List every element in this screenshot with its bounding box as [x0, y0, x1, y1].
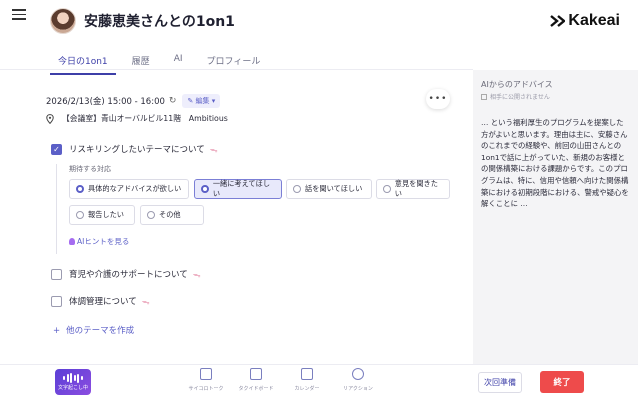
radio-icon — [76, 211, 84, 219]
smiley-icon — [352, 368, 364, 380]
sparkle-icon: ᯓ — [192, 269, 201, 279]
plus-icon: + — [53, 326, 61, 336]
theme-item-childcare: 育児や介護のサポートについて ᯓ — [51, 268, 201, 280]
theme-item-health: 体調管理について ᯓ — [51, 295, 150, 307]
tool-label: リアクション — [343, 386, 373, 392]
tool-label: サイコロトーク — [188, 386, 224, 392]
radio-icon — [147, 211, 155, 219]
option-label: その他 — [159, 210, 181, 219]
tab-bar: 今日の1on1 履歴 AI プロフィール — [50, 50, 276, 75]
option-label: 具体的なアドバイスが欲しい — [88, 184, 182, 193]
advice-title: AIからのアドバイス — [481, 80, 553, 89]
option-listen[interactable]: 話を聞いてほしい — [286, 179, 372, 199]
meeting-datetime-row: 2026/2/13(金) 15:00 - 16:00 ↻ ✎ 編集 ▾ — [46, 94, 221, 108]
theme-checkbox[interactable] — [51, 268, 62, 280]
tab-today[interactable]: 今日の1on1 — [50, 50, 116, 75]
edit-label: 編集 — [195, 97, 210, 105]
create-theme-button[interactable]: + 他のテーマを作成 — [53, 324, 134, 336]
calendar-button[interactable]: カレンダー — [285, 368, 329, 392]
whiteboard-button[interactable]: タクイドボード — [234, 368, 278, 392]
option-report[interactable]: 報告したい — [69, 205, 135, 225]
radio-icon — [201, 185, 209, 193]
meeting-datetime: 2026/2/13(金) 15:00 - 16:00 — [46, 97, 165, 107]
end-button[interactable]: 終了 — [540, 371, 584, 393]
kakeai-mark-icon — [550, 15, 566, 27]
option-label: 話を聞いてほしい — [305, 184, 363, 193]
next-prep-button[interactable]: 次回準備 — [478, 372, 522, 393]
tab-ai[interactable]: AI — [166, 50, 191, 75]
advice-subtitle-text: 相手に公開されません — [490, 94, 550, 101]
reaction-button[interactable]: リアクション — [336, 368, 380, 392]
ai-hint-link[interactable]: AIヒントを見る — [69, 236, 129, 247]
theme-label: リスキリングしたいテーマについて — [69, 145, 205, 155]
option-other[interactable]: その他 — [140, 205, 204, 225]
edit-button[interactable]: ✎ 編集 ▾ — [182, 94, 221, 108]
option-concrete-advice[interactable]: 具体的なアドバイスが欲しい — [69, 179, 189, 199]
theme-label: 育児や介護のサポートについて — [69, 270, 188, 280]
waveform-icon — [62, 373, 84, 383]
theme-detail-divider — [56, 164, 57, 254]
page-title: 安藤恵美さんとの1on1 — [84, 14, 235, 30]
private-icon — [481, 93, 487, 100]
option-label: 一緒に考えてほしい — [212, 179, 271, 198]
radio-icon — [293, 185, 301, 193]
dice-talk-button[interactable]: サイコロトーク — [184, 368, 228, 392]
header: 安藤恵美さんとの1on1 — [50, 8, 235, 34]
theme-checkbox[interactable] — [51, 295, 62, 307]
option-think-together[interactable]: 一緒に考えてほしい — [194, 179, 282, 199]
lightbulb-icon — [69, 238, 75, 245]
dice-icon — [200, 368, 212, 380]
tool-label: タクイドボード — [238, 386, 274, 392]
meeting-location: 【会議室】青山オーバルビル11階 Ambitious — [62, 114, 228, 123]
advice-body: … という福利厚生のプログラムを提案した方がよいと思います。理由は主に、安藤さん… — [481, 118, 629, 209]
avatar — [50, 8, 76, 34]
tab-history[interactable]: 履歴 — [124, 50, 158, 75]
radio-icon — [76, 185, 84, 193]
radio-icon — [383, 185, 391, 193]
ai-advice-panel: AIからのアドバイス 相手に公開されません … という福利厚生のプログラムを提案… — [473, 70, 638, 365]
bottom-toolbar: 文字起こし中 サイコロトーク タクイドボード カレンダー リアクション 次回準備… — [0, 364, 638, 398]
more-options-button[interactable]: ••• — [426, 89, 450, 109]
brand-name: Kakeai — [568, 12, 620, 29]
brand-logo: Kakeai — [549, 12, 620, 30]
menu-icon[interactable] — [12, 9, 26, 21]
transcribe-label: 文字起こし中 — [57, 385, 88, 391]
create-theme-label: 他のテーマを作成 — [66, 326, 135, 336]
tabs-divider — [0, 69, 473, 70]
whiteboard-icon — [250, 368, 262, 380]
tool-label: カレンダー — [294, 386, 320, 392]
option-label: 意見を聞きたい — [394, 179, 438, 198]
refresh-icon[interactable]: ↻ — [169, 96, 177, 106]
theme-item-reskilling: ✓ リスキリングしたいテーマについて ᯓ — [51, 143, 218, 155]
theme-label: 体調管理について — [69, 297, 137, 307]
calendar-icon — [301, 368, 313, 380]
advice-subtitle: 相手に公開されません — [481, 92, 630, 101]
location-pin-icon — [46, 113, 54, 124]
option-label: 報告したい — [88, 210, 124, 219]
sparkle-icon: ᯓ — [209, 144, 218, 154]
location-row: 【会議室】青山オーバルビル11階 Ambitious — [46, 113, 228, 124]
theme-checkbox[interactable]: ✓ — [51, 143, 62, 155]
tab-profile[interactable]: プロフィール — [199, 50, 269, 75]
transcribe-button[interactable]: 文字起こし中 — [55, 369, 91, 395]
option-opinion[interactable]: 意見を聞きたい — [376, 179, 450, 199]
expected-response-label: 期待する対応 — [69, 165, 111, 173]
ai-hint-label: AIヒントを見る — [77, 237, 130, 246]
sparkle-icon: ᯓ — [141, 296, 150, 306]
